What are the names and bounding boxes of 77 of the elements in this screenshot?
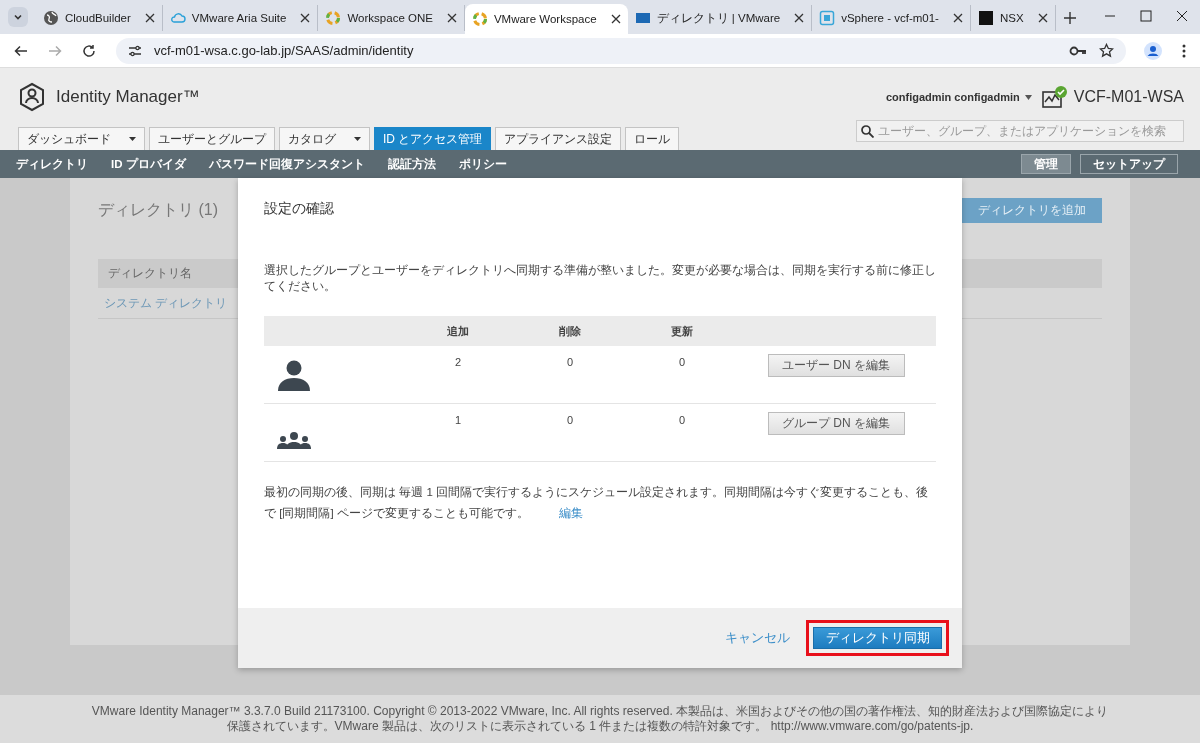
subnav-item[interactable]: パスワード回復アシスタント (208, 156, 365, 172)
subnav-item[interactable]: ポリシー (458, 156, 507, 172)
count-cell-text: 0 (565, 355, 575, 370)
square-icon (819, 10, 836, 26)
close-icon[interactable] (1037, 13, 1048, 23)
close-icon[interactable] (1176, 10, 1188, 22)
column-header: 削除 (558, 323, 582, 339)
mode-button[interactable]: 管理 (1021, 154, 1071, 174)
browser-tab[interactable]: vSphere - vcf-m01- (812, 5, 971, 31)
nav-tab[interactable]: アプライアンス設定 (495, 127, 622, 150)
browser-tab[interactable]: ディレクトリ | VMware (627, 5, 813, 31)
caret-icon[interactable] (1024, 94, 1032, 100)
close-icon[interactable] (300, 13, 311, 23)
square-icon (634, 10, 651, 26)
nav-tab[interactable]: ユーザーとグループ (149, 127, 275, 150)
caret-icon[interactable] (354, 137, 361, 141)
maximize-icon[interactable] (1140, 10, 1152, 22)
nav-tab[interactable]: カタログ (279, 127, 370, 150)
menu-icon[interactable] (1182, 43, 1186, 58)
page-title: ディレクトリ (1) (98, 199, 218, 220)
key-icon[interactable] (1069, 44, 1087, 57)
count-cell-text: 0 (677, 413, 687, 428)
close-icon[interactable] (952, 13, 963, 23)
dialog-description: 選択したグループとユーザーをディレクトリへ同期する準備が整いました。変更が必要な場合は、同期を実行する前に修正してください。 (264, 263, 936, 294)
copyright-text: VMware Identity Manager™ 3.3.7.0 Build 21173100. Copyright © 2013-2022 VMware, Inc. All rights reserved. 本製品は、米国およびその他の国の著作権法、知的財産法および国際協定により (91, 704, 1109, 719)
subnav-item[interactable]: ディレクトリ (16, 156, 88, 172)
edit-dn-button[interactable]: グループ DN を編集 (767, 412, 905, 435)
globe-icon (43, 10, 59, 26)
close-icon[interactable] (794, 13, 805, 23)
nav-tab[interactable]: ID とアクセス管理 (374, 127, 492, 150)
browser-tab[interactable]: VMware Aria Suite (162, 5, 319, 31)
reload-icon[interactable] (82, 43, 96, 58)
site-settings-icon[interactable] (128, 43, 142, 58)
ring-icon (325, 10, 342, 26)
column-header: 更新 (670, 323, 694, 339)
product-title: Identity Manager™ (56, 87, 200, 107)
mode-button[interactable]: セットアップ (1080, 154, 1178, 174)
user-icon (277, 359, 311, 391)
cloud-icon (169, 10, 186, 26)
subnav-item[interactable]: 認証方法 (387, 156, 436, 172)
address-bar[interactable]: vcf-m01-wsa.c.go-lab.jp/SAAS/admin/identity (116, 37, 1126, 64)
count-cell-text: 0 (565, 413, 575, 428)
new-tab-icon[interactable] (1063, 12, 1076, 24)
back-icon[interactable] (14, 43, 28, 58)
star-icon[interactable] (1099, 43, 1114, 58)
copyright-text: 保護されています。VMware 製品は、次のリストに表示されている 1 件または複数の特許対象です。 http://www.vmware.com/go/patents-jp. (226, 719, 974, 734)
profile-icon[interactable] (1144, 41, 1162, 60)
close-icon[interactable] (610, 14, 621, 24)
group-icon (277, 431, 311, 449)
edit-link[interactable]: 編集 (558, 507, 583, 519)
count-cell-text: 1 (453, 413, 463, 428)
count-cell-text: 0 (677, 355, 687, 370)
nav-tab[interactable]: ロール (625, 127, 680, 150)
edit-dn-button[interactable]: ユーザー DN を編集 (767, 354, 905, 377)
column-header: 追加 (446, 323, 470, 339)
caret-icon[interactable] (129, 137, 136, 141)
browser-tab[interactable]: VMware Workspace (464, 4, 628, 34)
sync-directory-button[interactable]: ディレクトリ同期 (813, 627, 942, 649)
logo-icon (18, 82, 46, 112)
count-cell-text: 2 (453, 355, 463, 370)
close-icon[interactable] (446, 13, 457, 23)
dialog-title: 設定の確認 (264, 200, 335, 218)
browser-tab[interactable]: CloudBuilder (36, 5, 163, 31)
close-icon[interactable] (144, 13, 155, 23)
ring-icon (471, 11, 488, 27)
subnav-item[interactable]: ID プロバイダ (111, 156, 186, 172)
user-menu[interactable]: configadmin configadmin (885, 91, 1020, 103)
search-field[interactable]: ユーザー、グループ、またはアプリケーションを検索 (856, 120, 1184, 142)
browser-tab[interactable]: Workspace ONE (318, 5, 465, 31)
browser-tab[interactable]: NSX (970, 5, 1056, 31)
schedule-text: 最初の同期の後、同期は 毎週 1 回間隔で実行するようにスケジュール設定されます。同期間隔は今すぐ変更することも、後で [同期間隔] ページで変更することも可能です。 編集 (264, 485, 929, 521)
column-header: ディレクトリ名 (108, 265, 192, 282)
health-check-icon (1041, 85, 1068, 109)
nav-tab[interactable]: ダッシュボード (18, 127, 145, 150)
search-icon (861, 124, 874, 138)
tenant-name: VCF-M01-WSA (1073, 88, 1184, 106)
square-icon (977, 10, 994, 26)
